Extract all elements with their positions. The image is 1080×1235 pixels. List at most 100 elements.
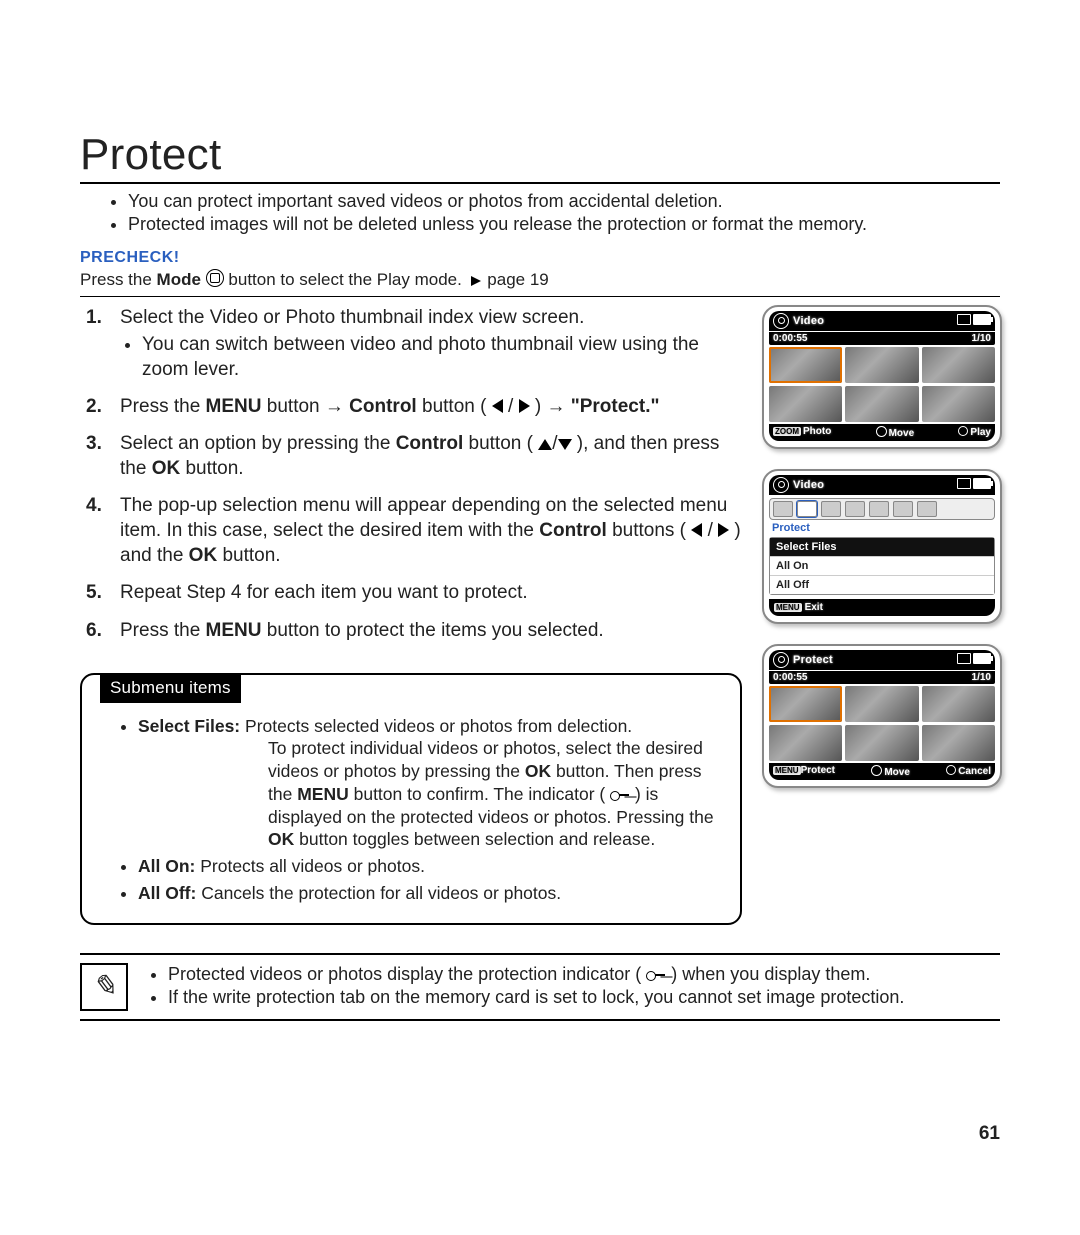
thumbnail: [845, 686, 918, 722]
tab-icon: [821, 501, 841, 517]
tab-icon: [893, 501, 913, 517]
camera-icon: [773, 477, 789, 493]
menu-option: All On: [770, 556, 994, 575]
battery-icon: [973, 478, 991, 489]
text: Protects all videos or photos.: [200, 856, 425, 876]
text: button to confirm. The indicator (: [354, 784, 610, 804]
label: All Off:: [138, 883, 196, 903]
text: Select an option by pressing the: [120, 433, 396, 454]
menu-option: All Off: [770, 575, 994, 594]
text: Protects selected videos or photos from …: [245, 716, 632, 736]
submenu-all-off: All Off: Cancels the protection for all …: [138, 882, 720, 905]
footer-text: Cancel: [958, 766, 991, 777]
left-triangle-icon: [492, 399, 503, 413]
text: ) when you display them.: [671, 964, 870, 984]
menu-chip-icon: MENU: [774, 603, 802, 612]
thumbnail: [845, 725, 918, 761]
header-text: Video: [793, 479, 824, 491]
card-icon: [957, 478, 971, 489]
text: ) →: [535, 396, 571, 417]
footer-text: Photo: [803, 426, 831, 437]
tab-icon: [773, 501, 793, 517]
page-title: Protect: [80, 130, 1000, 184]
text: button →: [267, 396, 349, 417]
battery-icon: [973, 653, 991, 664]
submenu-tab: Submenu items: [100, 673, 241, 703]
control-word: Control: [349, 396, 417, 417]
page-ref: page 19: [487, 270, 548, 289]
footer-text: Protect: [801, 765, 835, 776]
text: Press the: [120, 396, 206, 417]
text: button (: [422, 396, 486, 417]
text: Press the: [120, 620, 206, 641]
steps-list: Select the Video or Photo thumbnail inde…: [80, 305, 742, 643]
step-1: Select the Video or Photo thumbnail inde…: [80, 305, 742, 382]
screen-protect-select: Protect 0:00:55 1/10 MENUProtect: [762, 644, 1002, 788]
footer-text: Move: [884, 767, 910, 778]
screens-column: Video 0:00:55 1/10 ZOOMPhoto: [762, 305, 1002, 925]
tab-icon: [869, 501, 889, 517]
right-triangle-icon: [718, 523, 729, 537]
screen-protect-menu: Video Protect Select Files All On All: [762, 469, 1002, 624]
screen-thumbnail-index: Video 0:00:55 1/10 ZOOMPhoto: [762, 305, 1002, 449]
time-text: 0:00:55: [773, 672, 807, 683]
tab-icon: [797, 501, 817, 517]
label: Select Files:: [138, 716, 240, 736]
battery-icon: [973, 314, 991, 325]
menu-chip-icon: MENU: [773, 766, 801, 775]
menu-word: MENU: [297, 784, 349, 804]
text: Protected videos or photos display the p…: [168, 964, 646, 984]
text: button to select the Play mode.: [228, 270, 466, 289]
text: button toggles between selection and rel…: [299, 829, 655, 849]
mode-icon: [206, 269, 224, 287]
thumbnail: [922, 686, 995, 722]
note-block: ✎ Protected videos or photos display the…: [80, 953, 1000, 1021]
thumbnail: [845, 347, 918, 383]
left-triangle-icon: [691, 523, 702, 537]
note-item: Protected videos or photos display the p…: [168, 963, 904, 986]
zoom-icon: ZOOM: [773, 427, 801, 436]
tab-icon: [917, 501, 937, 517]
step-1-sub: You can switch between video and photo t…: [142, 332, 742, 382]
fourway-icon: [871, 765, 882, 776]
note-icon: ✎: [80, 963, 128, 1011]
control-word: Control: [539, 520, 607, 541]
menu-word: MENU: [206, 396, 262, 417]
camera-icon: [773, 652, 789, 668]
screen-footer: ZOOMPhoto Move Play: [769, 424, 995, 441]
screen-header: Video: [769, 475, 995, 495]
right-triangle-icon: [519, 399, 530, 413]
screen-strip: 0:00:55 1/10: [769, 332, 995, 345]
ok-word: OK: [268, 829, 294, 849]
ok-word: OK: [189, 545, 218, 566]
count-text: 1/10: [972, 672, 991, 683]
precheck-text: Press the Mode button to select the Play…: [80, 269, 1000, 297]
text: button.: [185, 458, 243, 479]
menu-options: Select Files All On All Off: [769, 537, 995, 595]
text: button (: [469, 433, 533, 454]
step-6: Press the MENU button to protect the ite…: [80, 618, 742, 643]
page-number: 61: [979, 1123, 1000, 1145]
ok-icon: [958, 426, 968, 436]
step-4: The pop-up selection menu will appear de…: [80, 493, 742, 568]
submenu-all-on: All On: Protects all videos or photos.: [138, 855, 720, 878]
screen-strip: 0:00:55 1/10: [769, 671, 995, 684]
protect-word: "Protect.": [571, 396, 660, 417]
ok-word: OK: [525, 761, 551, 781]
count-text: 1/10: [972, 333, 991, 344]
note-item: If the write protection tab on the memor…: [168, 986, 904, 1009]
thumbnail: [845, 386, 918, 422]
header-text: Protect: [793, 654, 833, 666]
ok-word: OK: [152, 458, 181, 479]
thumbnail: [769, 725, 842, 761]
text: Press the: [80, 270, 157, 289]
thumbnail-grid: [769, 347, 995, 422]
screen-footer: MENUProtect Move Cancel: [769, 763, 995, 780]
screen-header: Video: [769, 311, 995, 331]
thumbnail-grid: [769, 686, 995, 761]
text: Cancels the protection for all videos or…: [201, 883, 561, 903]
intro-bullet: Protected images will not be deleted unl…: [128, 213, 1000, 236]
key-icon: [610, 789, 630, 801]
label: All On:: [138, 856, 195, 876]
key-icon: [646, 969, 666, 981]
